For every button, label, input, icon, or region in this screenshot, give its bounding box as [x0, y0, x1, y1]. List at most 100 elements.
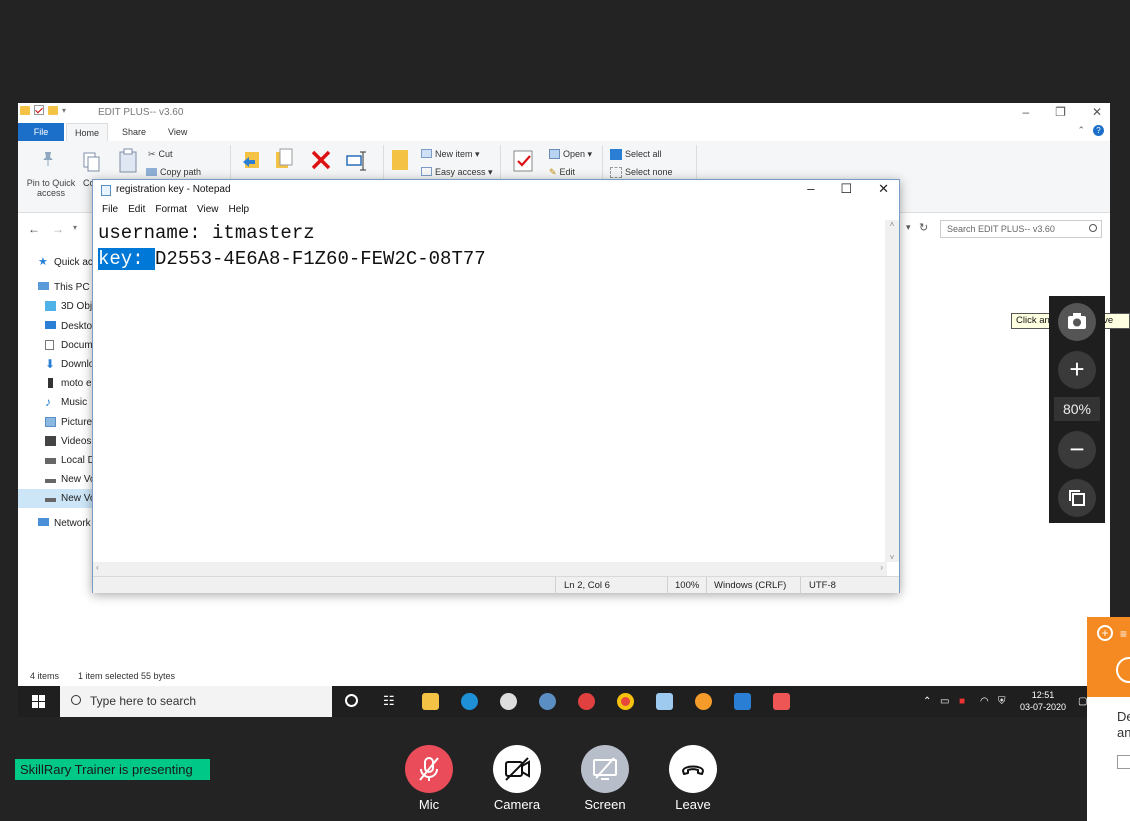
- scroll-up-icon[interactable]: ˄: [885, 220, 899, 229]
- new-folder-icon[interactable]: [48, 105, 58, 115]
- vertical-scrollbar[interactable]: ˄ ˅: [885, 220, 899, 562]
- zoom-out-button[interactable]: −: [1058, 431, 1096, 469]
- delete-icon[interactable]: [310, 149, 332, 171]
- new-folder-icon[interactable]: [392, 150, 408, 170]
- menu-format[interactable]: Format: [150, 202, 192, 218]
- screenshot-button[interactable]: [1058, 303, 1096, 341]
- copy-path-button[interactable]: Copy path: [146, 167, 201, 177]
- wifi-icon[interactable]: ◠: [980, 696, 989, 707]
- nav-item-3d-objects[interactable]: 3D Obje: [18, 297, 98, 316]
- close-button[interactable]: ✕: [878, 181, 889, 197]
- windows-start-icon[interactable]: [32, 695, 45, 708]
- fit-screen-button[interactable]: [1058, 479, 1096, 517]
- cut-button[interactable]: ✂ Cut: [148, 149, 173, 160]
- menu-help[interactable]: Help: [224, 202, 255, 218]
- nav-item-documents[interactable]: Docum: [18, 336, 98, 355]
- easy-access-button[interactable]: Easy access ▾: [421, 167, 493, 178]
- close-button[interactable]: ✕: [1092, 105, 1102, 119]
- leave-button[interactable]: [669, 745, 717, 793]
- nav-item-downloads[interactable]: ⬇ Downlo: [18, 355, 98, 374]
- app-icon[interactable]: [500, 693, 517, 710]
- security-icon[interactable]: ⛨: [998, 696, 1006, 707]
- nav-item-network[interactable]: Network: [18, 514, 98, 533]
- nav-item-new-volume[interactable]: New Vo: [18, 470, 98, 489]
- paint-brush-icon[interactable]: [773, 693, 790, 710]
- cortana-icon[interactable]: [345, 694, 358, 707]
- screen-button[interactable]: [581, 745, 629, 793]
- copy-to-icon[interactable]: [274, 148, 294, 172]
- nav-item-quick-access[interactable]: ★ Quick ac: [18, 253, 98, 272]
- paint-icon[interactable]: [578, 693, 595, 710]
- notepad-window[interactable]: registration key - Notepad – ☐ ✕ File Ed…: [92, 179, 900, 594]
- app-icon[interactable]: [539, 693, 556, 710]
- nav-label: Quick ac: [54, 257, 93, 268]
- restore-button[interactable]: ❐: [1055, 105, 1066, 119]
- pin-icon[interactable]: [40, 151, 56, 169]
- nav-item-music[interactable]: ♪ Music: [18, 393, 98, 412]
- zoom-in-button[interactable]: +: [1058, 351, 1096, 389]
- dropdown-icon[interactable]: ▾: [62, 106, 66, 115]
- clock[interactable]: 12:51 03-07-2020: [1020, 689, 1066, 713]
- nav-item-pictures[interactable]: Picture: [18, 413, 98, 432]
- copy-icon[interactable]: [82, 151, 102, 173]
- paste-icon[interactable]: [118, 148, 138, 174]
- nav-item-desktop[interactable]: Deskto: [18, 317, 98, 336]
- scroll-down-icon[interactable]: ˅: [885, 553, 899, 562]
- notepad-text-area[interactable]: username: itmasterz key: D2553-4E6A8-F1Z…: [93, 220, 887, 562]
- camera-button[interactable]: [493, 745, 541, 793]
- popup-checkbox[interactable]: [1117, 755, 1130, 769]
- scroll-left-icon[interactable]: ‹: [96, 563, 99, 572]
- tab-share[interactable]: Share: [114, 123, 154, 141]
- new-item-button[interactable]: New item ▾: [421, 149, 480, 160]
- minimize-button[interactable]: –: [807, 181, 814, 197]
- horizontal-scrollbar[interactable]: ‹ ›: [93, 562, 887, 576]
- collapse-ribbon-icon[interactable]: ⌃: [1077, 125, 1085, 136]
- back-icon[interactable]: ←: [28, 222, 40, 236]
- nav-item-this-pc[interactable]: This PC: [18, 278, 98, 297]
- maximize-button[interactable]: ☐: [840, 181, 852, 197]
- properties-icon[interactable]: [512, 149, 534, 173]
- menu-file[interactable]: File: [97, 202, 123, 218]
- properties-icon[interactable]: [34, 105, 44, 115]
- app-icon[interactable]: [695, 693, 712, 710]
- tab-view[interactable]: View: [160, 123, 195, 141]
- recent-locations-icon[interactable]: ▾: [73, 223, 77, 232]
- help-icon[interactable]: ?: [1093, 125, 1104, 136]
- scroll-right-icon[interactable]: ›: [880, 563, 883, 572]
- task-view-icon[interactable]: ☷: [383, 693, 395, 709]
- mic-button[interactable]: [405, 745, 453, 793]
- open-button[interactable]: Open ▾: [549, 149, 592, 160]
- menu-icon[interactable]: ≡: [1120, 627, 1127, 641]
- pin-to-quick-access-button[interactable]: Pin to Quick access: [25, 178, 77, 198]
- rename-icon[interactable]: [346, 151, 368, 171]
- address-dropdown-icon[interactable]: ▾: [906, 222, 911, 233]
- chrome-icon[interactable]: [617, 693, 634, 710]
- minimize-button[interactable]: –: [1022, 105, 1029, 119]
- tab-home[interactable]: Home: [66, 123, 109, 141]
- search-input[interactable]: Search EDIT PLUS-- v3.60: [940, 220, 1102, 238]
- edit-button[interactable]: ✎ Edit: [549, 167, 575, 178]
- nav-item-videos[interactable]: Videos: [18, 432, 98, 451]
- photos-icon[interactable]: [734, 693, 751, 710]
- edge-icon[interactable]: [461, 693, 478, 710]
- notepad-taskbar-icon[interactable]: [656, 693, 673, 710]
- select-none-button[interactable]: Select none: [610, 167, 673, 178]
- tray-icon[interactable]: ▭: [940, 696, 949, 707]
- taskbar-search-input[interactable]: Type here to search: [60, 686, 332, 717]
- add-icon[interactable]: +: [1097, 625, 1113, 641]
- tab-file[interactable]: File: [18, 123, 64, 141]
- forward-icon[interactable]: →: [52, 222, 64, 236]
- popup-header: + ≡: [1087, 617, 1130, 697]
- show-hidden-icons[interactable]: ⌃: [923, 696, 931, 707]
- nav-item-local-disk[interactable]: Local D: [18, 451, 98, 470]
- nav-item-moto[interactable]: moto e: [18, 374, 98, 393]
- menu-view[interactable]: View: [192, 202, 224, 218]
- file-explorer-icon[interactable]: [422, 693, 439, 710]
- menu-edit[interactable]: Edit: [123, 202, 150, 218]
- notepad-title-bar[interactable]: registration key - Notepad – ☐ ✕: [93, 180, 899, 200]
- tray-icon[interactable]: ■: [959, 696, 965, 707]
- nav-item-new-volume-selected[interactable]: New Vo: [18, 489, 98, 509]
- refresh-icon[interactable]: ↻: [919, 221, 928, 234]
- move-to-icon[interactable]: [241, 150, 263, 172]
- select-all-button[interactable]: Select all: [610, 149, 662, 160]
